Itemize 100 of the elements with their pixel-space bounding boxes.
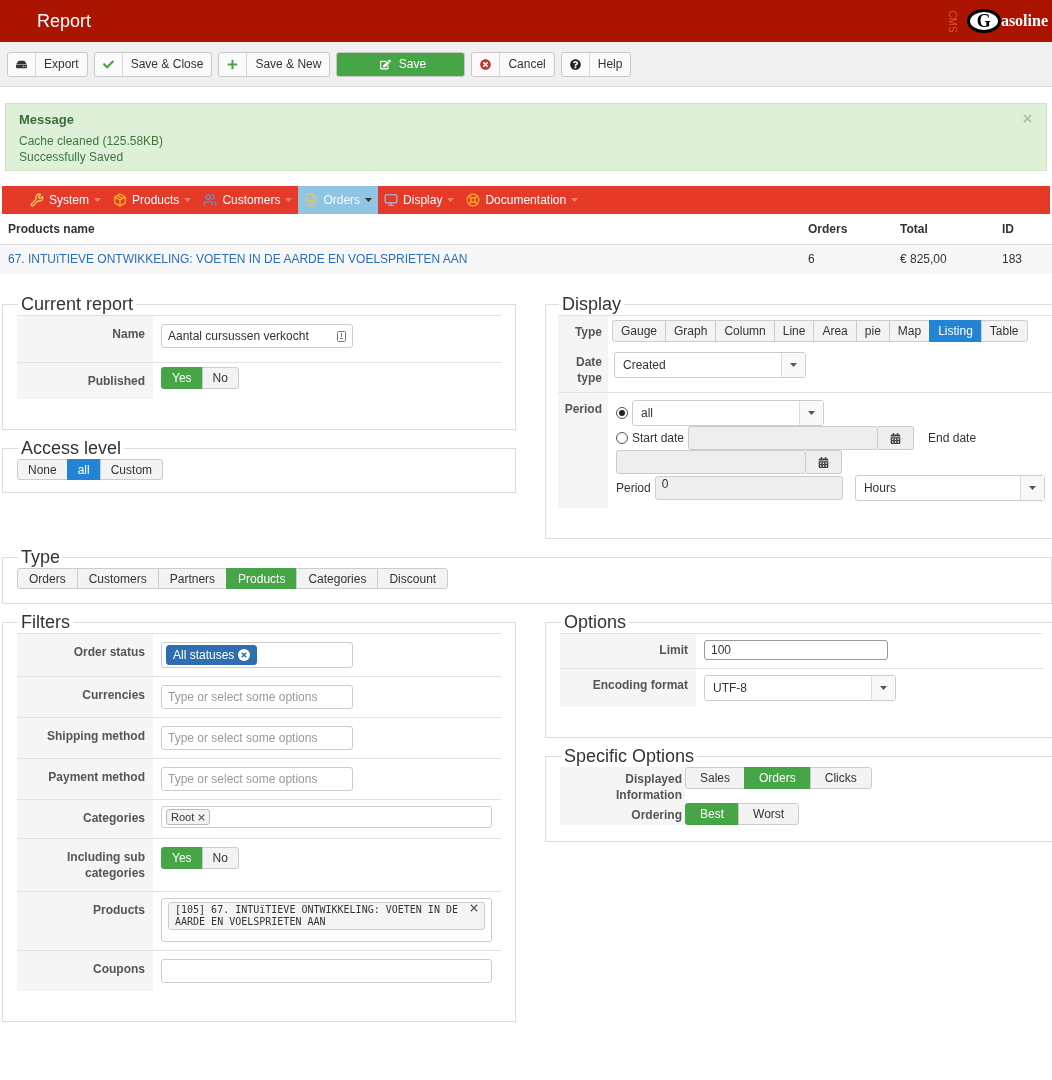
column-header: Orders <box>800 214 892 244</box>
toggle-button[interactable]: Listing <box>929 320 982 342</box>
toolbar-button[interactable]: Export <box>7 51 88 77</box>
selected-tag[interactable]: [105] 67. INTUïTIEVE ONTWIKKELING: VOETEN IN DE AARDE EN VOELSPRIETEN AAN <box>168 902 485 930</box>
caret-icon <box>365 198 373 202</box>
calendar-icon <box>890 432 902 444</box>
input-field[interactable] <box>161 959 492 983</box>
product-link[interactable]: 67. INTUïTIEVE ONTWIKKELING: VOETEN IN DE AARDE EN VOELSPRIETEN AAN <box>0 244 800 274</box>
menu-item[interactable]: Documentation <box>460 186 585 214</box>
column-header: Products name <box>0 214 800 244</box>
caret-icon <box>808 411 815 415</box>
field-label: Published <box>17 363 153 399</box>
column-header: ID <box>994 214 1052 244</box>
menu-item[interactable]: Customers <box>197 186 299 214</box>
radio-button[interactable] <box>616 407 628 419</box>
field-label: Name <box>17 316 153 362</box>
name-field[interactable]: Aantal cursussen verkocht <box>161 324 353 348</box>
toggle-button[interactable]: Gauge <box>612 320 667 342</box>
menu-item[interactable]: System <box>24 186 107 214</box>
toggle-button[interactable]: Map <box>888 320 931 342</box>
cms-label: CMS <box>946 9 958 33</box>
toggle-button[interactable]: Orders <box>17 568 78 589</box>
select-field[interactable]: all <box>632 400 824 426</box>
caret-icon <box>447 198 455 202</box>
field-label: Shipping method <box>17 718 153 758</box>
toggle-button[interactable]: Column <box>715 320 775 342</box>
caret-icon <box>880 686 887 690</box>
section-title: Type <box>20 547 62 568</box>
users-icon <box>203 193 218 207</box>
toggle-button[interactable]: Categories <box>296 568 379 589</box>
toggle-button[interactable]: No <box>201 847 239 869</box>
close-icon[interactable] <box>470 904 478 912</box>
tag-field[interactable]: All statuses <box>161 642 353 668</box>
toggle-button[interactable]: Table <box>980 320 1028 342</box>
lifebuoy-icon <box>466 193 481 207</box>
toggle-button[interactable]: Customers <box>76 568 159 589</box>
caret-icon <box>571 198 579 202</box>
field-label: Start date <box>632 431 685 445</box>
section-title: Display <box>561 294 623 315</box>
field-label: Type <box>558 316 608 348</box>
select-field[interactable]: Hours <box>854 475 1045 501</box>
toggle-button[interactable]: Discount <box>377 568 449 589</box>
monitor-icon <box>384 193 399 207</box>
calendar-button[interactable] <box>806 450 842 474</box>
selected-tag[interactable]: All statuses <box>166 645 258 665</box>
field-label: End date <box>928 431 977 445</box>
toggle-button[interactable]: None <box>17 459 68 480</box>
radio-button[interactable] <box>616 432 628 444</box>
toolbar-button[interactable]: Save & Close <box>93 51 213 77</box>
select-field[interactable]: UTF-8 <box>704 675 896 701</box>
toggle-button[interactable]: pie <box>855 320 890 342</box>
close-icon <box>480 58 492 70</box>
toggle-button[interactable]: Clicks <box>809 767 872 789</box>
end-date-field[interactable] <box>616 450 806 474</box>
toggle-button[interactable]: Custom <box>99 459 164 480</box>
close-icon[interactable] <box>198 813 206 821</box>
period-field[interactable]: 0 <box>654 476 843 500</box>
toolbar-button[interactable]: Save & New <box>218 51 331 77</box>
field-label: Limit <box>560 634 696 668</box>
menu-item[interactable]: Display <box>378 186 461 214</box>
message-text: Successfully Saved <box>19 149 125 165</box>
field-label: Payment method <box>17 759 153 799</box>
table-cell: 6 <box>800 244 892 274</box>
toggle-button[interactable]: all <box>66 459 101 480</box>
remove-icon[interactable] <box>238 649 251 661</box>
toolbar-button[interactable]: Cancel <box>471 51 555 77</box>
calendar-button[interactable] <box>878 426 915 450</box>
caret-icon <box>790 363 797 367</box>
section-title: Access level <box>20 438 123 459</box>
toggle-button[interactable]: Line <box>773 320 815 342</box>
toggle-button[interactable]: Partners <box>157 568 228 589</box>
toggle-button[interactable]: No <box>201 367 239 389</box>
message-text: Cache cleaned (125.58KB) <box>19 133 165 149</box>
calendar-icon <box>818 456 829 468</box>
select-field[interactable]: Created <box>614 352 806 378</box>
toggle-button[interactable]: Worst <box>738 803 800 825</box>
message-title: Message <box>19 112 74 127</box>
field-icon <box>337 330 346 342</box>
field-label: Encoding format <box>560 669 696 707</box>
toggle-button[interactable]: Area <box>813 320 857 342</box>
limit-field[interactable]: 100 <box>704 640 888 660</box>
field-label: Period <box>558 393 608 508</box>
menu-item[interactable]: Products <box>107 186 198 214</box>
toggle-button[interactable]: Sales <box>685 767 746 789</box>
logo: G asoline <box>966 9 1048 33</box>
caret-icon <box>184 198 192 202</box>
wrench-icon <box>30 193 44 207</box>
toolbar-button[interactable]: Help <box>560 51 632 77</box>
tag-field[interactable]: [105] 67. INTUïTIEVE ONTWIKKELING: VOETEN IN DE AARDE EN VOELSPRIETEN AAN <box>161 898 492 942</box>
field-label: Coupons <box>17 951 153 991</box>
start-date-field[interactable] <box>688 426 879 450</box>
section-title: Specific Options <box>563 746 696 767</box>
section-title: Filters <box>20 612 71 633</box>
tag-field[interactable]: Root <box>161 806 492 828</box>
caret-icon <box>94 198 101 202</box>
field-label: Currencies <box>17 677 153 717</box>
check-icon <box>102 58 114 70</box>
selected-tag[interactable]: Root <box>166 809 211 825</box>
toggle-button[interactable]: Graph <box>665 320 717 342</box>
section-title: Current report <box>20 294 135 315</box>
